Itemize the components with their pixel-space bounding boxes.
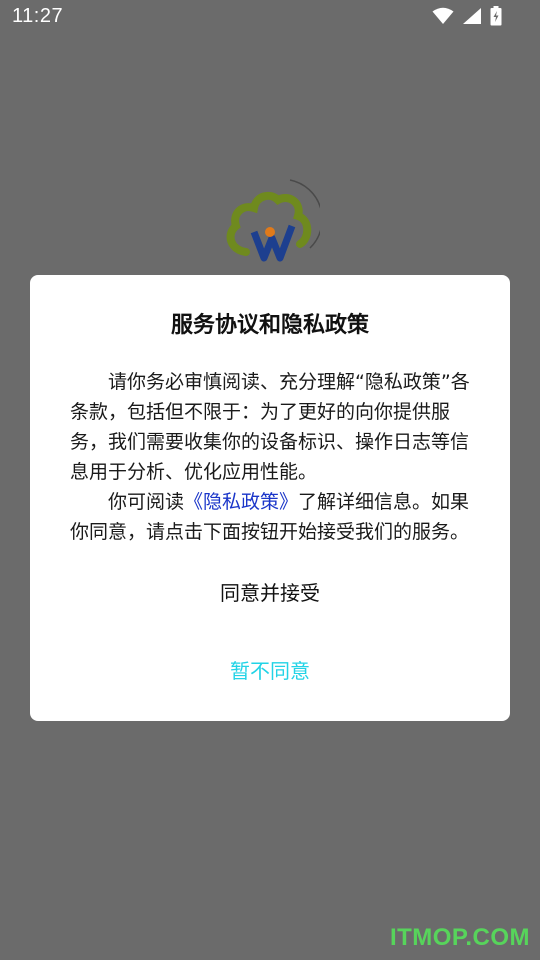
cloud-w-logo-icon — [226, 179, 323, 262]
watermark: ITMOP.COM — [389, 924, 530, 951]
dialog-paragraph-1: 请你务必审慎阅读、充分理解“隐私政策”各条款，包括但不限于：为了更好的向你提供服… — [70, 371, 470, 483]
status-bar: 11:27 — [0, 0, 540, 36]
signal-icon — [463, 8, 481, 24]
dialog-body: 请你务必审慎阅读、充分理解“隐私政策”各条款，包括但不限于：为了更好的向你提供服… — [70, 367, 480, 547]
app-logo — [224, 178, 323, 264]
privacy-policy-link[interactable]: 《隐私政策》 — [184, 491, 298, 513]
status-time: 11:27 — [12, 5, 64, 27]
status-icons — [432, 6, 502, 26]
decline-button[interactable]: 暂不同意 — [170, 649, 370, 693]
paragraph-2-prefix: 你可阅读 — [108, 491, 185, 513]
wifi-icon — [432, 7, 454, 24]
battery-icon — [490, 6, 502, 26]
agree-button[interactable]: 同意并接受 — [170, 571, 370, 615]
dialog-title: 服务协议和隐私政策 — [170, 313, 369, 338]
privacy-dialog: 服务协议和隐私政策 请你务必审慎阅读、充分理解“隐私政策”各条款，包括但不限于：… — [30, 275, 510, 721]
dialog-paragraph-2: 你可阅读《隐私政策》了解详细信息。如果你同意，请点击下面按钮开始接受我们的服务。 — [70, 487, 480, 547]
